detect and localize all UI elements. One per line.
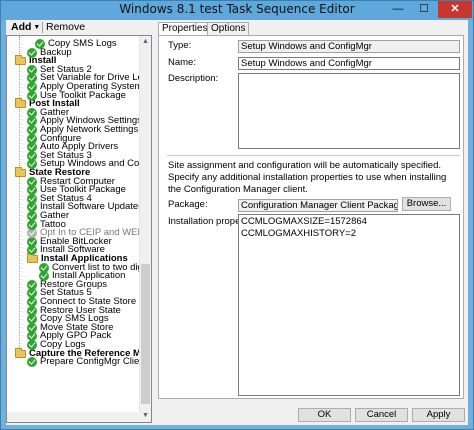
maximize-button[interactable]: ☐ [411, 1, 437, 18]
tree-horizontal-scrollbar[interactable] [7, 412, 140, 422]
description-field[interactable] [238, 73, 460, 149]
scroll-down-icon[interactable]: ▼ [140, 410, 151, 422]
ok-button[interactable]: OK [298, 408, 351, 422]
minimize-button[interactable]: — [385, 1, 411, 18]
browse-button[interactable]: Browse... [402, 197, 451, 211]
green-check-icon [27, 279, 37, 290]
folder-icon [15, 98, 26, 109]
close-button[interactable]: ✕ [438, 1, 472, 18]
remove-button[interactable]: Remove [46, 21, 85, 34]
tree-guide-line [19, 36, 20, 356]
cancel-button[interactable]: Cancel [355, 408, 408, 422]
tab-properties[interactable]: Properties [158, 22, 212, 36]
chevron-down-icon: ▼ [33, 24, 41, 31]
task-sequence-editor-window: Windows 8.1 test Task Sequence Editor — … [0, 0, 474, 430]
folder-icon [15, 167, 26, 177]
client-install-info-text: Site assignment and configuration will b… [168, 160, 447, 195]
toolbar-separator [42, 22, 43, 33]
green-check-icon [35, 39, 45, 49]
properties-panel: Type: Setup Windows and ConfigMgr Name: … [158, 35, 464, 399]
tree-item-label: Copy SMS Logs [48, 38, 117, 49]
editor-client-area: Add ▼ Remove Prepare ConfigMgr Client Capt… [6, 20, 468, 425]
task-sequence-tree[interactable]: Prepare ConfigMgr Client Capture the Refe… [6, 35, 152, 423]
package-label: Package: [168, 199, 208, 210]
add-menu-button[interactable]: Add ▼ [11, 21, 40, 34]
description-label: Description: [168, 73, 219, 84]
title-bar[interactable]: Windows 8.1 test Task Sequence Editor — … [1, 1, 473, 20]
installation-properties-field[interactable]: CCMLOGMAXSIZE=1572864 CCMLOGMAXHISTORY=2 [238, 214, 460, 396]
type-label: Type: [168, 40, 192, 51]
add-label: Add [11, 21, 32, 33]
tab-options[interactable]: Options [207, 22, 250, 35]
divider [167, 155, 460, 156]
folder-icon [15, 55, 26, 66]
name-label: Name: [168, 57, 196, 68]
scroll-up-icon[interactable]: ▲ [140, 36, 151, 48]
scrollbar-thumb[interactable] [141, 264, 150, 404]
apply-button[interactable]: Apply [412, 408, 465, 422]
tree-toolbar: Add ▼ Remove [6, 20, 152, 35]
type-field: Setup Windows and ConfigMgr [238, 40, 460, 53]
folder-icon [15, 347, 26, 358]
name-field[interactable]: Setup Windows and ConfigMgr [238, 57, 460, 70]
tree-vertical-scrollbar[interactable]: ▲ ▼ [139, 36, 151, 422]
tree-step[interactable]: Copy SMS Logs [35, 38, 117, 50]
package-field: Configuration Manager Client Package [238, 199, 398, 212]
